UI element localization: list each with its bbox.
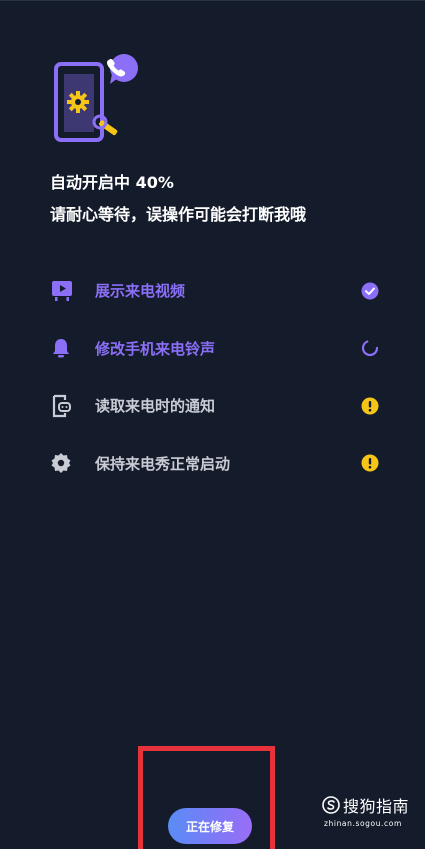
sogou-watermark: 搜狗指南 zhinan.sogou.com bbox=[322, 793, 422, 833]
warning-icon bbox=[360, 396, 380, 416]
phone-settings-illustration bbox=[48, 50, 142, 146]
repairing-button[interactable]: 正在修复 bbox=[168, 808, 252, 844]
task-item-show-video: 展示来电视频 bbox=[50, 262, 380, 320]
task-label: 保持来电秀正常启动 bbox=[95, 454, 231, 473]
task-label: 修改手机来电铃声 bbox=[95, 339, 216, 358]
task-item-notification: 读取来电时的通知 bbox=[50, 377, 380, 435]
app-screen: 自动开启中 40% 请耐心等待，误操作可能会打断我哦 展示来电视频 修改手机来电… bbox=[0, 0, 425, 849]
check-circle-icon bbox=[360, 281, 380, 301]
sogou-logo-icon bbox=[322, 796, 340, 814]
hint-text: 请耐心等待，误操作可能会打断我哦 bbox=[50, 205, 307, 224]
top-divider bbox=[0, 0, 425, 1]
video-icon bbox=[50, 273, 78, 309]
task-list: 展示来电视频 修改手机来电铃声 读取来电时的通知 保持来电秀正常启动 bbox=[50, 262, 380, 492]
task-item-ringtone: 修改手机来电铃声 bbox=[50, 320, 380, 378]
status-block: 自动开启中 40% 请耐心等待，误操作可能会打断我哦 bbox=[50, 172, 410, 226]
notification-icon bbox=[50, 388, 78, 424]
watermark-name: 搜狗指南 bbox=[343, 797, 410, 816]
progress-text: 自动开启中 40% bbox=[50, 173, 174, 192]
spinner-icon bbox=[360, 338, 380, 358]
task-item-keep-running: 保持来电秀正常启动 bbox=[50, 435, 380, 493]
task-label: 读取来电时的通知 bbox=[95, 397, 216, 416]
watermark-domain: zhinan.sogou.com bbox=[324, 819, 402, 828]
gear-icon bbox=[50, 445, 78, 481]
warning-icon bbox=[360, 453, 380, 473]
bell-icon bbox=[50, 330, 78, 366]
task-label: 展示来电视频 bbox=[95, 282, 186, 301]
